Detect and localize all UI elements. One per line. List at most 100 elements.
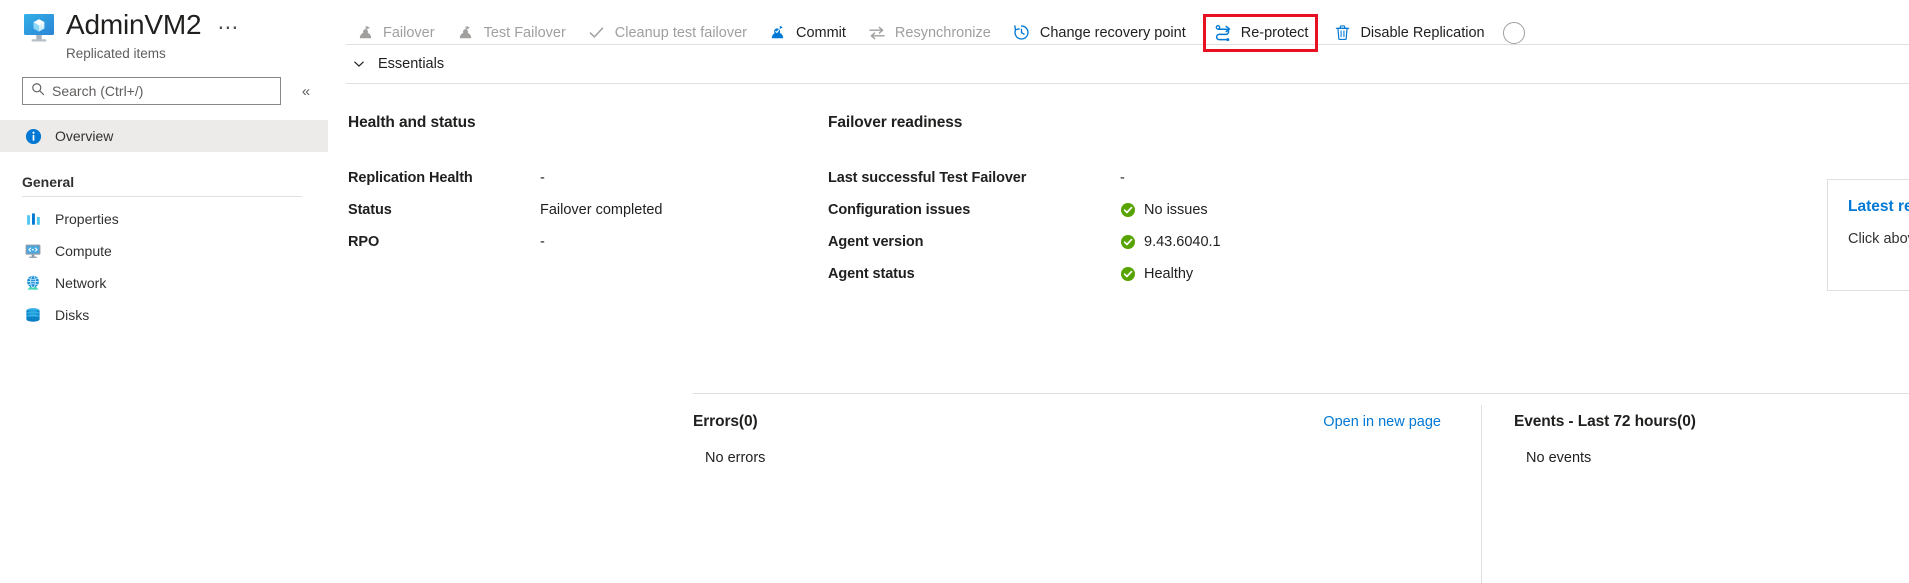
info-circle-icon bbox=[22, 126, 44, 146]
overflow-circle-icon[interactable] bbox=[1503, 22, 1525, 44]
property-value: - bbox=[540, 234, 545, 250]
bottom-sections: Errors(0) Open in new page No errors Eve… bbox=[693, 413, 1909, 466]
command-label: Cleanup test failover bbox=[615, 25, 747, 41]
resynchronize-button[interactable]: Resynchronize bbox=[858, 16, 1000, 50]
sidebar-item-compute[interactable]: Compute bbox=[0, 235, 328, 267]
sidebar-item-label: Disks bbox=[55, 305, 89, 325]
property-key: RPO bbox=[348, 234, 540, 250]
search-input[interactable] bbox=[52, 83, 272, 99]
card-title: Latest recovery points bbox=[1848, 198, 1909, 216]
commit-icon bbox=[768, 23, 788, 43]
disable-replication-button[interactable]: Disable Replication bbox=[1323, 16, 1493, 50]
events-header: Events - Last 72 hours(0) bbox=[1514, 413, 1909, 431]
bottom-divider bbox=[693, 393, 1909, 394]
sidebar-item-overview[interactable]: Overview bbox=[0, 120, 328, 152]
command-label: Failover bbox=[383, 25, 435, 41]
cleanup-test-failover-button[interactable]: Cleanup test failover bbox=[578, 16, 756, 50]
events-section: Events - Last 72 hours(0) No events bbox=[1493, 413, 1909, 466]
property-row: Agent version 9.43.6040.1 bbox=[828, 226, 1478, 258]
search-icon bbox=[31, 82, 52, 101]
test-failover-button[interactable]: Test Failover bbox=[447, 16, 575, 50]
checkmark-icon bbox=[587, 23, 607, 43]
azure-portal-blade: AdminVM2 ⋯ Replicated items « bbox=[0, 0, 1909, 583]
property-row: RPO - bbox=[348, 226, 828, 258]
clock-history-icon bbox=[1012, 23, 1032, 43]
search-box[interactable] bbox=[22, 77, 281, 105]
property-row: Status Failover completed bbox=[348, 194, 828, 226]
network-globe-icon bbox=[22, 273, 44, 293]
failover-icon bbox=[355, 23, 375, 43]
command-label: Resynchronize bbox=[895, 25, 991, 41]
property-key: Configuration issues bbox=[828, 202, 1120, 218]
resource-content-pane: Failover Test Failover bbox=[329, 0, 1909, 583]
command-label: Re-protect bbox=[1241, 25, 1309, 41]
property-value: No issues bbox=[1144, 202, 1208, 218]
errors-header: Errors(0) Open in new page bbox=[693, 413, 1493, 431]
property-value: 9.43.6040.1 bbox=[1144, 234, 1221, 250]
command-label: Disable Replication bbox=[1360, 25, 1484, 41]
sidebar-item-network[interactable]: Network bbox=[0, 267, 328, 299]
sidebar-item-properties[interactable]: Properties bbox=[0, 203, 328, 235]
failover-button[interactable]: Failover bbox=[346, 16, 444, 50]
events-body: No events bbox=[1514, 450, 1909, 466]
resource-menu-pane: AdminVM2 ⋯ Replicated items « bbox=[0, 0, 329, 583]
failover-readiness-column: Failover readiness Last successful Test … bbox=[828, 114, 1478, 290]
essentials-toggle[interactable]: Essentials bbox=[346, 45, 1909, 83]
property-row: Replication Health - bbox=[348, 162, 828, 194]
command-label: Commit bbox=[796, 25, 846, 41]
property-row: Configuration issues No issues bbox=[828, 194, 1478, 226]
property-value: - bbox=[1120, 170, 1125, 186]
green-check-icon bbox=[1120, 234, 1136, 250]
collapse-menu-button[interactable]: « bbox=[293, 78, 319, 104]
open-in-new-page-link[interactable]: Open in new page bbox=[1323, 414, 1441, 430]
property-key: Agent version bbox=[828, 234, 1120, 250]
section-title: Failover readiness bbox=[828, 114, 1478, 132]
command-bar: Failover Test Failover bbox=[329, 0, 1909, 44]
trash-delete-icon bbox=[1332, 23, 1352, 43]
property-value-with-status: Healthy bbox=[1120, 266, 1193, 282]
errors-body: No errors bbox=[693, 450, 1493, 466]
card-text: Click above to view all recovery points. bbox=[1848, 228, 1909, 250]
replicated-vm-icon bbox=[22, 11, 56, 45]
essentials-content: Health and status Replication Health - S… bbox=[329, 84, 1909, 290]
health-and-status-column: Health and status Replication Health - S… bbox=[348, 114, 828, 290]
latest-recovery-points-card[interactable]: Latest recovery points Click above to vi… bbox=[1827, 179, 1909, 291]
commit-button[interactable]: Commit bbox=[759, 16, 855, 50]
disks-cylinder-icon bbox=[22, 305, 44, 325]
re-protect-button[interactable]: Re-protect bbox=[1203, 14, 1319, 52]
section-title: Errors(0) bbox=[693, 413, 758, 431]
property-value-with-status: No issues bbox=[1120, 202, 1208, 218]
more-options-button[interactable]: ⋯ bbox=[217, 18, 239, 38]
sidebar-item-label: Properties bbox=[55, 209, 119, 229]
page-title: AdminVM2 bbox=[66, 8, 201, 42]
property-row: Last successful Test Failover - bbox=[828, 162, 1478, 194]
test-failover-icon bbox=[456, 23, 476, 43]
resource-type-subtitle: Replicated items bbox=[66, 45, 239, 63]
section-title: Events - Last 72 hours(0) bbox=[1514, 413, 1696, 431]
property-row: Agent status Healthy bbox=[828, 258, 1478, 290]
property-value: Failover completed bbox=[540, 202, 663, 218]
essentials-wrap: Essentials bbox=[329, 44, 1909, 84]
section-title: Health and status bbox=[348, 114, 828, 132]
resource-header: AdminVM2 ⋯ Replicated items bbox=[0, 0, 328, 62]
re-protect-icon bbox=[1213, 23, 1233, 43]
command-label: Test Failover bbox=[484, 25, 566, 41]
sidebar-item-label: Network bbox=[55, 273, 106, 293]
resynchronize-arrows-icon bbox=[867, 23, 887, 43]
sidebar-item-disks[interactable]: Disks bbox=[0, 299, 328, 331]
chevron-down-icon bbox=[348, 53, 370, 75]
green-check-icon bbox=[1120, 202, 1136, 218]
property-key: Last successful Test Failover bbox=[828, 170, 1120, 186]
property-value: Healthy bbox=[1144, 266, 1193, 282]
sidebar-item-label: Overview bbox=[55, 126, 113, 146]
properties-bars-icon bbox=[22, 209, 44, 229]
sidebar-item-label: Compute bbox=[55, 241, 112, 261]
property-key: Replication Health bbox=[348, 170, 540, 186]
property-key: Agent status bbox=[828, 266, 1120, 282]
change-recovery-point-button[interactable]: Change recovery point bbox=[1003, 16, 1195, 50]
green-check-icon bbox=[1120, 266, 1136, 282]
collapse-chevrons-icon: « bbox=[302, 83, 310, 100]
resource-nav-list: Overview General Properties bbox=[0, 120, 328, 331]
search-row: « bbox=[0, 76, 328, 106]
property-key: Status bbox=[348, 202, 540, 218]
